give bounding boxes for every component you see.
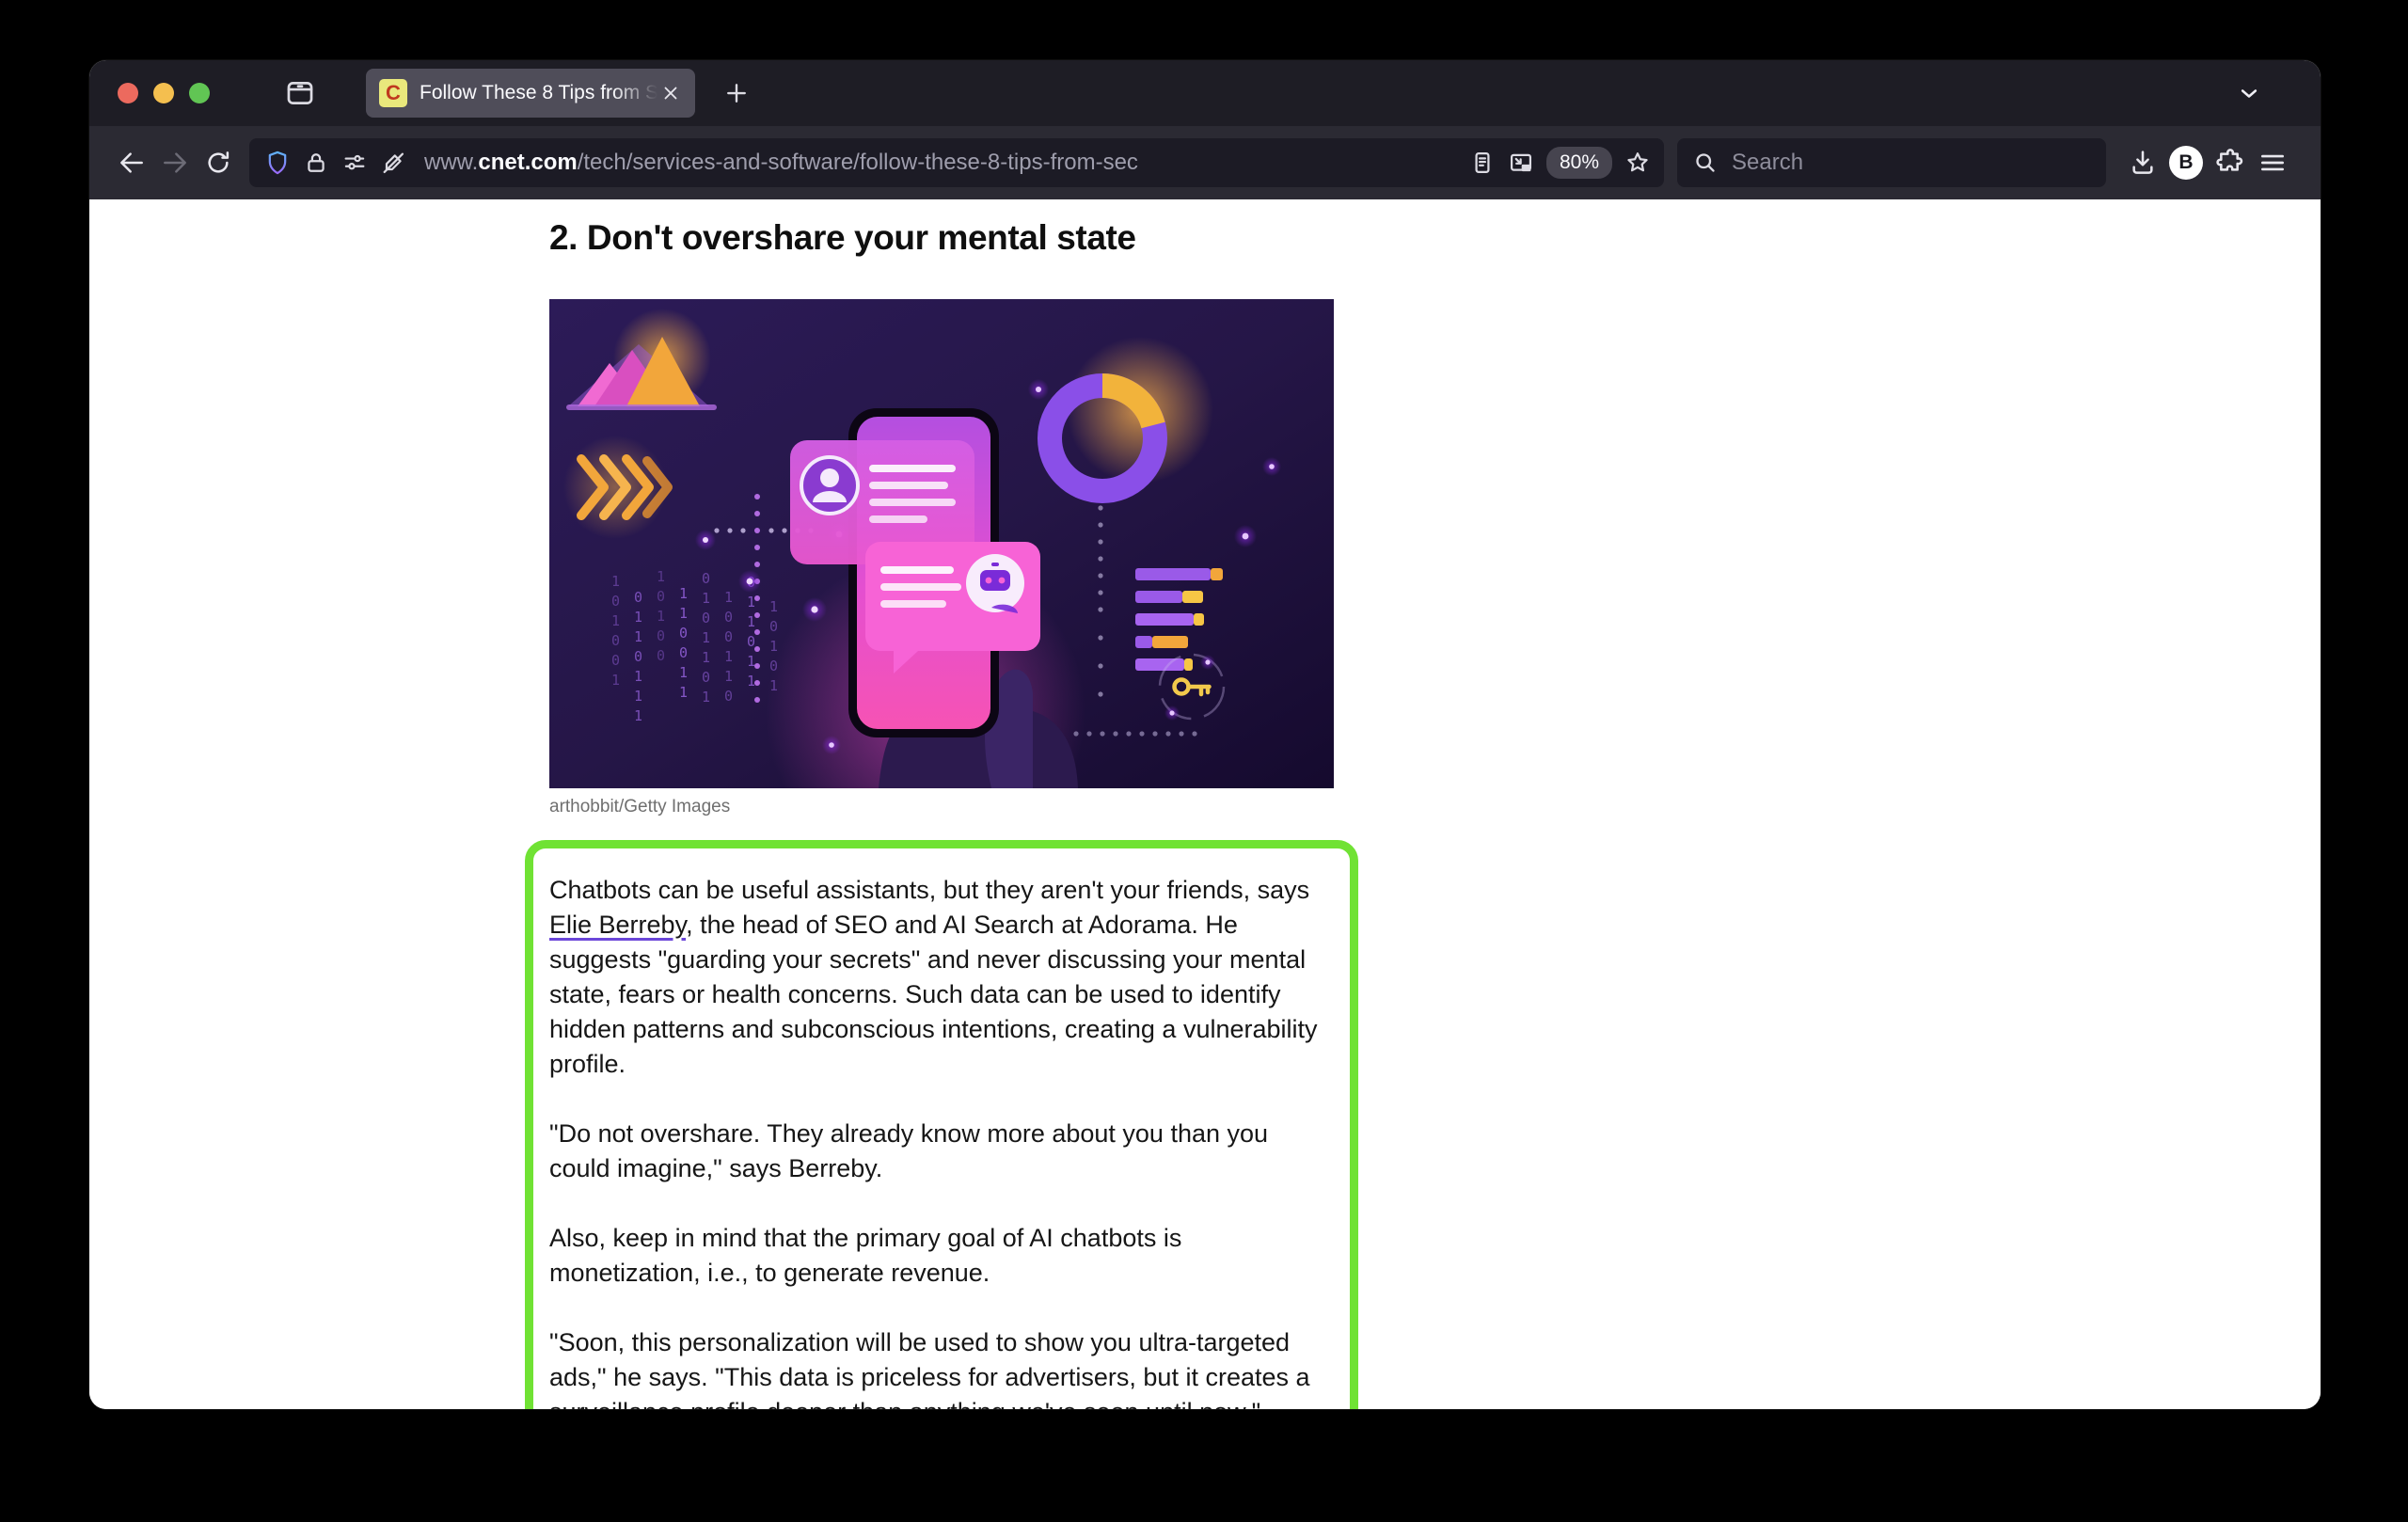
forward-button[interactable] bbox=[153, 141, 197, 184]
permissions-icon[interactable] bbox=[341, 150, 368, 176]
back-button[interactable] bbox=[110, 141, 153, 184]
forward-arrow-icon bbox=[160, 148, 190, 178]
lock-icon[interactable] bbox=[303, 150, 329, 176]
svg-text:0101101: 0101101 bbox=[702, 570, 710, 706]
search-box[interactable] bbox=[1677, 138, 2106, 187]
account-avatar: B bbox=[2169, 146, 2203, 180]
zoom-badge[interactable]: 80% bbox=[1546, 147, 1612, 179]
paragraph: "Soon, this personalization will be used… bbox=[549, 1325, 1331, 1409]
account-extension-button[interactable]: B bbox=[2164, 141, 2208, 184]
highlighted-text-box: Chatbots can be useful assistants, but t… bbox=[525, 840, 1358, 1409]
maximize-window-button[interactable] bbox=[189, 83, 210, 103]
close-window-button[interactable] bbox=[118, 83, 138, 103]
bookmark-star-icon[interactable] bbox=[1624, 150, 1651, 176]
article-heading: 2. Don't overshare your mental state bbox=[549, 218, 1471, 258]
page-viewport[interactable]: 2. Don't overshare your mental state bbox=[89, 199, 2321, 1409]
search-input[interactable] bbox=[1732, 150, 2091, 176]
download-icon bbox=[2128, 148, 2158, 178]
article: 2. Don't overshare your mental state bbox=[549, 199, 1471, 1409]
tab-title: Follow These 8 Tips from Securi bbox=[420, 82, 657, 104]
back-arrow-icon bbox=[117, 148, 147, 178]
new-tab-button[interactable] bbox=[718, 74, 755, 112]
tab-close-button[interactable] bbox=[657, 80, 684, 106]
svg-text:10100: 10100 bbox=[657, 568, 665, 664]
url-domain: cnet.com bbox=[478, 150, 577, 175]
blocked-permission-icon[interactable] bbox=[380, 150, 406, 176]
close-icon bbox=[660, 83, 681, 103]
url-text: www.cnet.com/tech/services-and-software/… bbox=[424, 150, 1457, 176]
downloads-button[interactable] bbox=[2121, 141, 2164, 184]
minimize-window-button[interactable] bbox=[153, 83, 174, 103]
plus-icon bbox=[722, 79, 751, 107]
firefox-view-icon bbox=[284, 77, 316, 109]
url-www: www. bbox=[424, 150, 478, 175]
hero-figure: 1010010110111101001100110101101100110011… bbox=[549, 299, 1471, 817]
image-caption: arthobbit/Getty Images bbox=[549, 797, 1471, 817]
list-all-tabs-button[interactable] bbox=[2230, 74, 2268, 112]
tab-bar: C Follow These 8 Tips from Securi bbox=[89, 60, 2321, 126]
tracking-protection-shield-icon[interactable] bbox=[264, 150, 291, 176]
url-path: /tech/services-and-software/follow-these… bbox=[578, 150, 1138, 175]
paragraph-text: Chatbots can be useful assistants, but t… bbox=[549, 876, 1309, 904]
puzzle-piece-icon bbox=[2214, 148, 2244, 178]
browser-tab[interactable]: C Follow These 8 Tips from Securi bbox=[366, 69, 695, 118]
menu-button[interactable] bbox=[2251, 141, 2294, 184]
window-controls bbox=[118, 83, 210, 103]
browser-window: C Follow These 8 Tips from Securi bbox=[89, 60, 2321, 1409]
chevron-down-icon bbox=[2235, 79, 2263, 107]
hamburger-menu-icon bbox=[2258, 148, 2288, 178]
reload-button[interactable] bbox=[197, 141, 240, 184]
search-icon bbox=[1692, 150, 1719, 176]
svg-text:0110111: 0110111 bbox=[634, 589, 642, 724]
desktop: C Follow These 8 Tips from Securi bbox=[0, 0, 2408, 1522]
paragraph: "Do not overshare. They already know mor… bbox=[549, 1117, 1331, 1186]
picture-in-picture-icon[interactable] bbox=[1508, 150, 1534, 176]
person-link[interactable]: Elie Berreby bbox=[549, 911, 686, 939]
hero-illustration: 1010010110111101001100110101101100110011… bbox=[549, 299, 1334, 788]
svg-text:10101: 10101 bbox=[769, 598, 778, 694]
extensions-button[interactable] bbox=[2208, 141, 2251, 184]
paragraph: Chatbots can be useful assistants, but t… bbox=[549, 873, 1331, 1082]
reader-mode-icon[interactable] bbox=[1469, 150, 1496, 176]
tab-favicon: C bbox=[379, 79, 407, 107]
url-bar[interactable]: www.cnet.com/tech/services-and-software/… bbox=[249, 138, 1664, 187]
navigation-toolbar: www.cnet.com/tech/services-and-software/… bbox=[89, 126, 2321, 199]
paragraph: Also, keep in mind that the primary goal… bbox=[549, 1221, 1331, 1291]
reload-icon bbox=[203, 148, 233, 178]
firefox-view-button[interactable] bbox=[281, 74, 319, 112]
